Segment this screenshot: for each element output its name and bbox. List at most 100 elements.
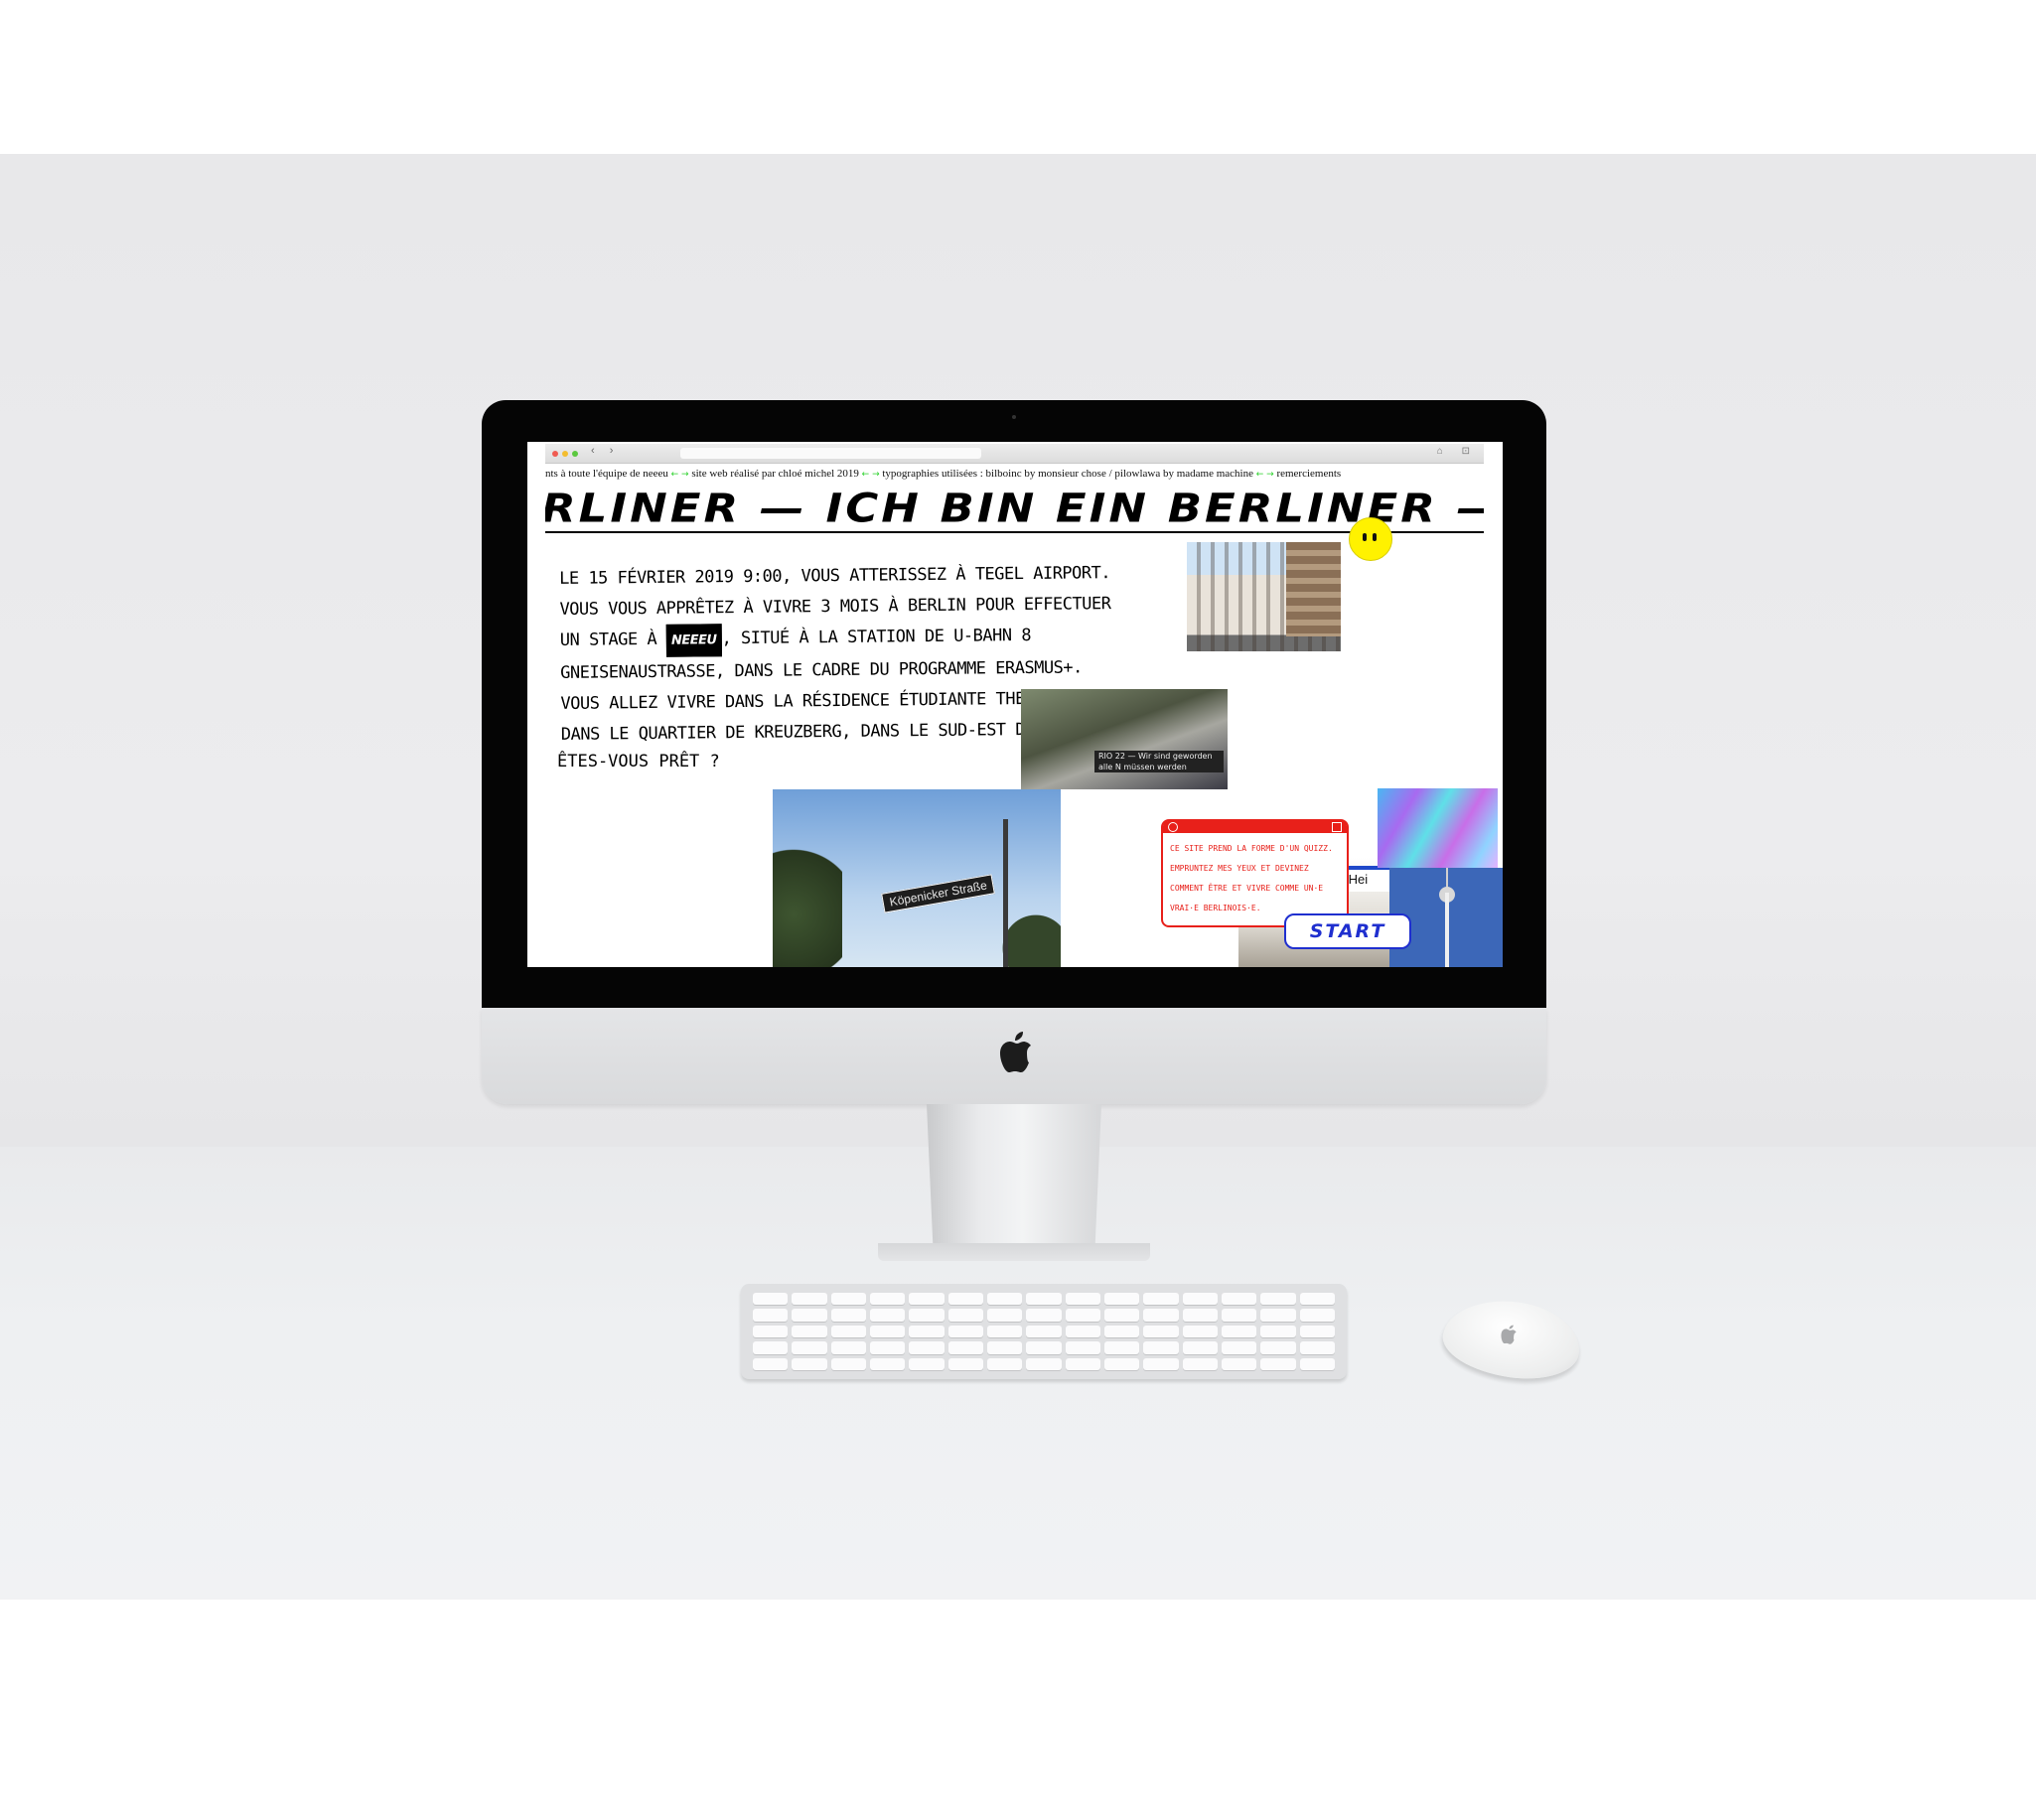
keyboard-key	[1260, 1325, 1296, 1338]
keyboard-key	[947, 1293, 983, 1306]
keyboard-key	[1065, 1325, 1100, 1338]
keyboard-key	[869, 1293, 906, 1306]
keyboard-key	[1260, 1309, 1296, 1322]
keyboard-key	[1143, 1293, 1179, 1306]
screen-display: ‹ › ⌂ ⊡ nts à toute l'équipe de neeeu ← …	[527, 442, 1503, 967]
quiz-description: Ce site prend la forme d'un quizz. Empru…	[1170, 844, 1333, 912]
keyboard-key	[909, 1357, 945, 1370]
keyboard-key	[1103, 1293, 1140, 1306]
forward-arrow-icon[interactable]: ›	[610, 445, 620, 457]
browser-nav-arrows[interactable]: ‹ ›	[591, 445, 619, 457]
minimize-window-icon[interactable]	[562, 451, 568, 457]
street-sign-label: Köpenicker Straße	[881, 874, 996, 913]
back-arrow-icon[interactable]: ‹	[591, 445, 601, 457]
keyboard-key	[1103, 1357, 1140, 1370]
camera-dot	[1012, 415, 1016, 419]
keyboard-key	[909, 1309, 945, 1322]
circle-icon[interactable]	[1168, 822, 1178, 832]
graffiti-banner-text: RIO 22 — Wir sind geworden alle N müssen…	[1094, 751, 1224, 772]
keyboard-key	[1026, 1309, 1062, 1322]
keyboard-key	[869, 1357, 906, 1370]
keyboard-key	[792, 1325, 827, 1338]
keyboard-key	[986, 1309, 1023, 1322]
keyboard-key	[1260, 1293, 1296, 1306]
start-button[interactable]: START	[1284, 913, 1411, 949]
keyboard-key	[1026, 1357, 1062, 1370]
keyboard-key	[792, 1293, 827, 1306]
keyboard-key	[1065, 1293, 1100, 1306]
keyboard-key	[986, 1293, 1023, 1306]
sign-pole	[1003, 819, 1008, 967]
keyboard-key	[1299, 1309, 1335, 1322]
keyboard-key	[869, 1341, 906, 1354]
keyboard-key	[1182, 1293, 1218, 1306]
keyboard-key	[947, 1357, 983, 1370]
close-window-icon[interactable]	[552, 451, 558, 457]
keyboard-key	[753, 1341, 789, 1354]
graffiti-photo[interactable]: RIO 22 — Wir sind geworden alle N müssen…	[1021, 689, 1228, 789]
quiz-popup: Ce site prend la forme d'un quizz. Empru…	[1161, 819, 1349, 927]
imac-stand-foot	[878, 1243, 1150, 1261]
keyboard-key	[869, 1309, 906, 1322]
browser-toolbar: ‹ › ⌂ ⊡	[545, 444, 1484, 464]
credits-ticker: nts à toute l'équipe de neeeu ← → site w…	[545, 464, 1484, 484]
toolbar-icons[interactable]: ⌂ ⊡	[1437, 446, 1478, 457]
ready-question: Êtes-vous prêt ?	[557, 752, 720, 771]
keyboard-key	[1103, 1325, 1140, 1338]
keyboard-key	[1143, 1309, 1179, 1322]
address-bar[interactable]	[680, 448, 981, 459]
keyboard-key	[830, 1325, 866, 1338]
smiley-icon[interactable]	[1349, 517, 1392, 561]
keyboard-key	[1299, 1357, 1335, 1370]
keyboard-key	[947, 1309, 983, 1322]
keyboard-key	[1065, 1341, 1100, 1354]
keyboard-key	[753, 1309, 789, 1322]
keyboard-key	[1221, 1357, 1257, 1370]
ticker-item: typographies utilisées : bilboinc by mon…	[882, 468, 1253, 480]
apple-logo-icon	[1501, 1325, 1517, 1344]
keyboard-key	[1260, 1341, 1296, 1354]
ticker-arrow-icon: ← →	[861, 470, 880, 480]
building-photo[interactable]	[1187, 542, 1341, 651]
keyboard-key	[986, 1357, 1023, 1370]
neeeu-logo: neeeu	[665, 624, 722, 657]
bottom-margin	[0, 1600, 2036, 1820]
keyboard-key	[1103, 1309, 1140, 1322]
keyboard	[741, 1284, 1347, 1379]
ticker-item: remerciements	[1276, 468, 1342, 480]
keyboard-key	[1221, 1341, 1257, 1354]
keyboard-key	[1026, 1341, 1062, 1354]
keyboard-key	[909, 1293, 945, 1306]
street-sign-photo[interactable]: Köpenicker Straße	[773, 789, 1061, 967]
tree-shape	[991, 909, 1061, 967]
keyboard-key	[1299, 1325, 1335, 1338]
keyboard-key	[1026, 1325, 1062, 1338]
keyboard-key	[986, 1341, 1023, 1354]
tower-needle	[1446, 868, 1448, 888]
title-marquee: RLINER — ICH BIN EIN BERLINER — ICH	[545, 488, 1484, 533]
keyboard-key	[1143, 1325, 1179, 1338]
keyboard-key	[1221, 1293, 1257, 1306]
keyboard-key	[792, 1309, 827, 1322]
keyboard-key	[830, 1293, 866, 1306]
square-icon[interactable]	[1332, 822, 1342, 832]
maximize-window-icon[interactable]	[572, 451, 578, 457]
keyboard-key	[1182, 1309, 1218, 1322]
keyboard-key	[986, 1325, 1023, 1338]
holographic-photo[interactable]	[1378, 788, 1498, 868]
keyboard-key	[1260, 1357, 1296, 1370]
imac-stand-neck	[927, 1104, 1101, 1261]
keyboard-key	[753, 1325, 789, 1338]
ticker-item: nts à toute l'équipe de neeeu	[545, 468, 668, 480]
keyboard-key	[1026, 1293, 1062, 1306]
keyboard-key	[1182, 1325, 1218, 1338]
marquee-text: RLINER — ICH BIN EIN BERLINER — ICH	[545, 488, 1484, 532]
keyboard-key	[753, 1357, 789, 1370]
keyboard-key	[792, 1341, 827, 1354]
keyboard-key	[1065, 1357, 1100, 1370]
keyboard-key	[830, 1357, 866, 1370]
keyboard-key	[830, 1309, 866, 1322]
keyboard-key	[1221, 1325, 1257, 1338]
keyboard-key	[1221, 1309, 1257, 1322]
tree-shape	[773, 819, 842, 967]
